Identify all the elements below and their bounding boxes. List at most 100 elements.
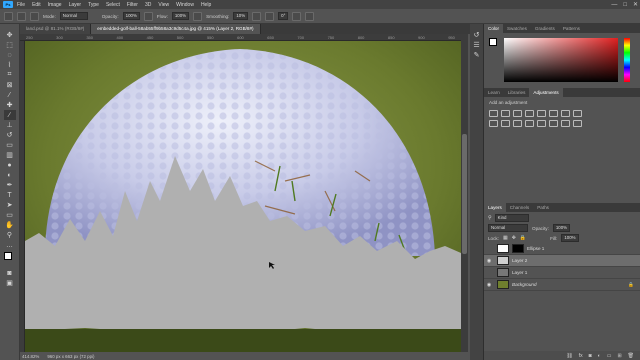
foreground-color-swatch[interactable] [4,252,12,260]
vertical-scrollbar[interactable] [461,34,468,352]
layer-kind-select[interactable]: Kind [494,213,529,222]
layer-row[interactable]: ◉ Background 🔒 [484,279,640,291]
tab-libraries[interactable]: Libraries [504,88,530,97]
path-select-icon[interactable]: ➤ [4,200,16,210]
history-brush-icon[interactable]: ↺ [4,130,16,140]
mode-select[interactable]: Normal [59,12,88,20]
new-layer-icon[interactable]: ⊞ [617,353,621,359]
pen-tool-icon[interactable]: ✒ [4,180,16,190]
menu-image[interactable]: Image [48,2,62,8]
new-group-icon[interactable]: ▭ [607,353,612,359]
lock-all-icon[interactable]: 🔒 [520,235,526,241]
tab-paths[interactable]: Paths [533,203,553,212]
link-layers-icon[interactable]: ⛓ [566,353,572,359]
brushes-panel-icon[interactable]: ✎ [471,50,483,60]
zoom-tool-icon[interactable]: ⚲ [4,230,16,240]
trash-icon[interactable]: 🗑 [628,353,634,359]
symmetry-icon[interactable] [305,11,315,21]
stamp-tool-icon[interactable]: ⊥ [4,120,16,130]
tab-layers[interactable]: Layers [484,203,506,212]
threshold-icon[interactable] [549,120,558,127]
menu-window[interactable]: Window [176,2,194,8]
channel-mixer-icon[interactable] [501,120,510,127]
quick-mask-icon[interactable]: ◙ [4,268,16,278]
invert-icon[interactable] [525,120,534,127]
maximize-button[interactable]: □ [623,2,627,8]
brush-settings-icon[interactable] [30,11,39,21]
layer-row[interactable]: Ellipse 1 [484,243,640,255]
shape-tool-icon[interactable]: ▭ [4,210,16,220]
color-lookup-icon[interactable] [513,120,522,127]
lock-position-icon[interactable]: ✥ [512,235,516,241]
dodge-tool-icon[interactable]: ◐ [4,170,16,180]
exposure-icon[interactable] [525,110,534,117]
black-white-icon[interactable] [573,110,582,117]
brush-preset-icon[interactable] [17,11,26,21]
hue-slider[interactable] [624,38,630,82]
smoothing-gear-icon[interactable] [252,11,262,21]
move-tool-icon[interactable]: ✥ [4,30,16,40]
vibrance-icon[interactable] [537,110,546,117]
gradient-map-icon[interactable] [561,120,570,127]
color-balance-icon[interactable] [561,110,570,117]
more-tools-icon[interactable]: … [4,240,16,250]
tab-golf-ball[interactable]: embedded-golf-ball-58ab55ff9b58a3c9d5c4a… [91,24,261,34]
tab-adjustments[interactable]: Adjustments [529,88,563,97]
menu-type[interactable]: Type [88,2,99,8]
menu-help[interactable]: Help [201,2,211,8]
zoom-level[interactable]: 414.82% [22,354,39,359]
layer-row[interactable]: ◉ Layer 2 [484,255,640,267]
menu-3d[interactable]: 3D [145,2,151,8]
menu-view[interactable]: View [158,2,169,8]
canvas-image[interactable] [25,41,461,352]
levels-icon[interactable] [501,110,510,117]
tab-swatches[interactable]: Swatches [503,24,531,33]
tab-gradients[interactable]: Gradients [531,24,559,33]
brightness-icon[interactable] [489,110,498,117]
screen-mode-icon[interactable]: ▣ [4,278,16,288]
type-tool-icon[interactable]: T [4,190,16,200]
fill-field[interactable]: 100% [561,234,579,242]
hand-tool-icon[interactable]: ✋ [4,220,16,230]
eraser-tool-icon[interactable]: ▭ [4,140,16,150]
lock-pixels-icon[interactable]: ▦ [503,235,508,241]
minimize-button[interactable]: — [611,2,617,8]
fg-color-chip[interactable] [489,38,497,46]
scroll-thumb[interactable] [462,134,467,254]
flow-field[interactable]: 100% [171,12,190,20]
document-canvas[interactable] [25,41,461,352]
color-field[interactable] [504,38,618,82]
properties-panel-icon[interactable]: ☰ [471,40,483,50]
menu-filter[interactable]: Filter [127,2,138,8]
menu-edit[interactable]: Edit [32,2,41,8]
gradient-tool-icon[interactable]: ▥ [4,150,16,160]
eye-icon[interactable]: ◉ [484,258,494,264]
frame-tool-icon[interactable]: ⊠ [4,80,16,90]
home-icon[interactable] [4,11,13,21]
tab-learn[interactable]: Learn [484,88,504,97]
tab-color[interactable]: Color [484,24,503,33]
eye-icon[interactable]: ◉ [484,282,494,288]
selective-color-icon[interactable] [573,120,582,127]
menu-file[interactable]: File [17,2,25,8]
posterize-icon[interactable] [537,120,546,127]
opacity-field[interactable]: 100% [122,12,140,20]
angle-icon[interactable] [265,11,275,21]
angle-field[interactable]: 0° [278,12,289,20]
smoothing-field[interactable]: 10% [233,12,249,20]
pressure-size-icon[interactable] [292,11,302,21]
eyedropper-tool-icon[interactable]: ⁄ [4,90,16,100]
layer-row[interactable]: Layer 1 [484,267,640,279]
color-swatches[interactable] [0,252,19,268]
blend-mode-select[interactable]: Normal [488,224,528,232]
add-mask-icon[interactable]: ◙ [589,353,592,359]
crop-tool-icon[interactable]: ⌗ [4,70,16,80]
curves-icon[interactable] [513,110,522,117]
pressure-opacity-icon[interactable] [143,11,153,21]
photo-filter-icon[interactable] [489,120,498,127]
adjustment-layer-icon[interactable]: ◐ [598,353,601,359]
tab-land[interactable]: land.psd @ 81.1% (RGB/8#) [20,24,92,34]
menu-layer[interactable]: Layer [69,2,82,8]
lasso-tool-icon[interactable]: ◌ [4,50,16,60]
healing-tool-icon[interactable]: ✚ [4,100,16,110]
